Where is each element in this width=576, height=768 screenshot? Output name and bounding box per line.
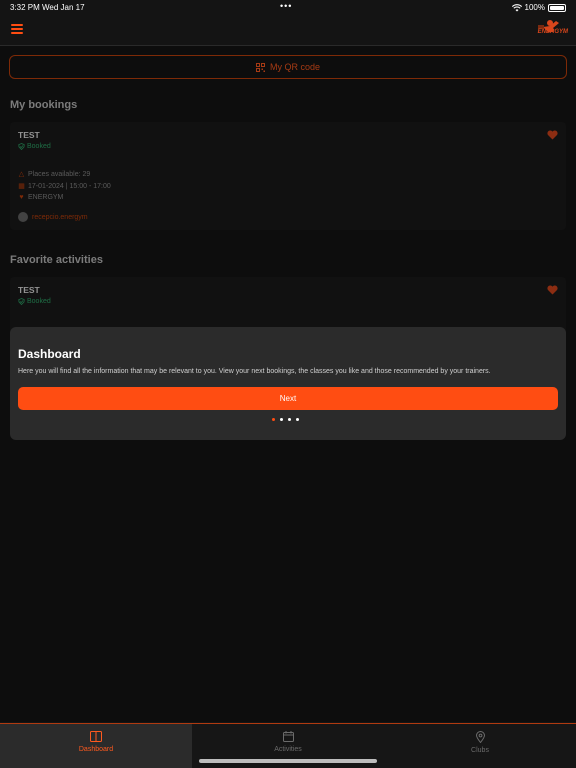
onboarding-tooltip: Dashboard Here you will find all the inf… xyxy=(10,327,566,440)
location-pin-icon xyxy=(475,731,485,745)
hamburger-menu-icon[interactable] xyxy=(11,24,23,34)
status-date: Wed Jan 17 xyxy=(42,3,85,12)
dashboard-icon xyxy=(90,731,102,744)
pager-dots[interactable] xyxy=(272,418,299,421)
tab-label: Dashboard xyxy=(78,746,114,753)
pager-dot[interactable] xyxy=(296,418,299,421)
status-bar: 3:32 PM Wed Jan 17 ••• 100% xyxy=(0,0,576,14)
tab-label: Clubs xyxy=(471,747,489,754)
wifi-icon xyxy=(511,3,522,11)
battery-percent: 100% xyxy=(524,3,545,12)
pager-dot[interactable] xyxy=(288,418,291,421)
home-indicator[interactable] xyxy=(199,759,377,763)
tooltip-text: Here you will find all the information t… xyxy=(18,368,491,375)
status-time: 3:32 PM xyxy=(10,3,40,12)
tooltip-title: Dashboard xyxy=(18,347,81,361)
top-bar: ENERGYM xyxy=(0,14,576,46)
battery-icon xyxy=(548,3,566,12)
pager-dot[interactable] xyxy=(280,418,283,421)
tab-clubs[interactable]: Clubs xyxy=(384,724,576,768)
next-button[interactable]: Next xyxy=(18,387,558,410)
pager-dot[interactable] xyxy=(272,418,275,421)
calendar-icon xyxy=(282,731,294,744)
status-right: 100% xyxy=(511,3,566,12)
logo-text: ENERGYM xyxy=(537,29,568,35)
tab-dashboard[interactable]: Dashboard xyxy=(0,724,192,768)
multitasking-dots[interactable]: ••• xyxy=(280,1,292,11)
tab-label: Activities xyxy=(274,746,302,753)
